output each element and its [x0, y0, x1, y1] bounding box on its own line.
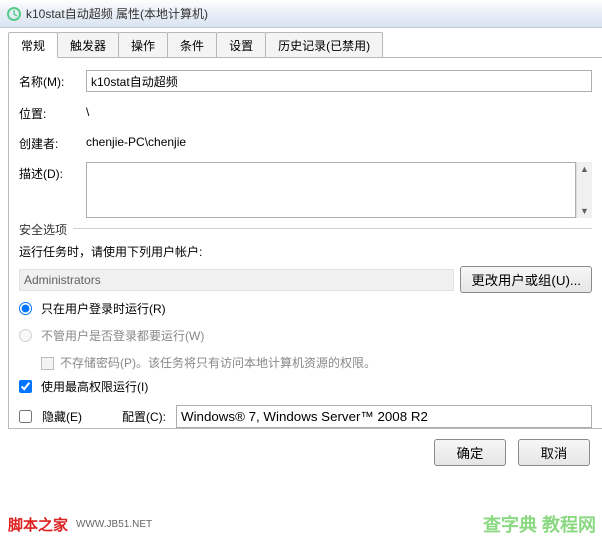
- hidden-checkbox[interactable]: [19, 410, 32, 423]
- author-label: 创建者:: [19, 132, 74, 152]
- name-label: 名称(M):: [19, 70, 74, 90]
- highest-priv-label: 使用最高权限运行(I): [41, 378, 148, 395]
- watermark: 查字典 教程网: [483, 516, 596, 536]
- no-store-row: 不存储密码(P)。该任务将只有访问本地计算机资源的权限。: [41, 354, 592, 371]
- security-legend: 安全选项: [19, 221, 73, 238]
- scroll-down-icon[interactable]: ▼: [577, 204, 592, 218]
- brand-url: WWW.JB51.NET: [76, 519, 152, 530]
- run-when-logged-label: 只在用户登录时运行(R): [41, 300, 166, 317]
- no-store-label: 不存储密码(P)。该任务将只有访问本地计算机资源的权限。: [60, 356, 376, 370]
- run-when-logged-radio[interactable]: [19, 302, 32, 315]
- no-store-checkbox: [41, 357, 54, 370]
- change-user-button[interactable]: 更改用户或组(U)...: [460, 266, 592, 293]
- config-label: 配置(C):: [122, 408, 166, 425]
- highest-priv-checkbox[interactable]: [19, 380, 32, 393]
- tab-triggers[interactable]: 触发器: [57, 32, 119, 57]
- run-whether-logged-radio: [19, 329, 32, 342]
- location-label: 位置:: [19, 102, 74, 122]
- account-value: Administrators: [19, 269, 454, 291]
- tab-body-general: 名称(M): 位置: \ 创建者: chenjie-PC\chenjie 描述(…: [8, 58, 602, 429]
- run-whether-logged-label: 不管用户是否登录都要运行(W): [41, 327, 204, 344]
- security-options-group: 安全选项 运行任务时，请使用下列用户帐户: Administrators 更改用…: [19, 228, 592, 395]
- description-textarea[interactable]: [86, 162, 576, 218]
- cancel-button[interactable]: 取消: [518, 439, 590, 466]
- dialog-content: 常规 触发器 操作 条件 设置 历史记录(已禁用) 名称(M): 位置: \ 创…: [0, 28, 602, 466]
- tab-settings[interactable]: 设置: [216, 32, 266, 57]
- hidden-label: 隐藏(E): [42, 408, 82, 425]
- tab-actions[interactable]: 操作: [118, 32, 168, 57]
- config-dropdown[interactable]: [176, 405, 592, 428]
- app-icon: [6, 6, 22, 22]
- tab-history[interactable]: 历史记录(已禁用): [265, 32, 383, 57]
- location-value: \: [86, 102, 592, 119]
- window-title: k10stat自动超频 属性(本地计算机): [26, 5, 208, 22]
- brand-text: 脚本之家: [8, 514, 68, 535]
- description-label: 描述(D):: [19, 162, 74, 182]
- tab-general[interactable]: 常规: [8, 32, 58, 58]
- titlebar: k10stat自动超频 属性(本地计算机): [0, 0, 602, 28]
- name-input[interactable]: [86, 70, 592, 92]
- author-value: chenjie-PC\chenjie: [86, 132, 592, 149]
- ok-button[interactable]: 确定: [434, 439, 506, 466]
- security-prompt: 运行任务时，请使用下列用户帐户:: [19, 243, 592, 260]
- description-scrollbar[interactable]: ▲ ▼: [576, 162, 592, 218]
- scroll-up-icon[interactable]: ▲: [577, 162, 592, 176]
- tab-strip: 常规 触发器 操作 条件 设置 历史记录(已禁用): [8, 32, 602, 58]
- tab-conditions[interactable]: 条件: [167, 32, 217, 57]
